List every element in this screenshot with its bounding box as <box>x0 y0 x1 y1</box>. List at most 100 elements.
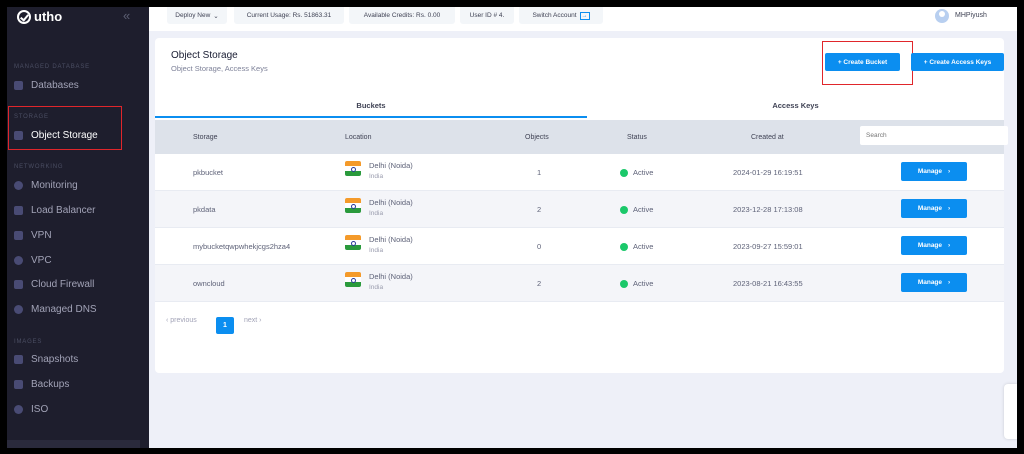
create-access-keys-button[interactable]: + Create Access Keys <box>911 53 1004 71</box>
manage-label: Manage <box>917 205 943 212</box>
collapse-sidebar-icon[interactable]: « <box>123 8 130 23</box>
globe-icon <box>14 181 23 190</box>
location-country: India <box>369 210 384 217</box>
arrow-right-icon: › <box>948 279 951 286</box>
table-row: mybucketqwpwhekjcgs2hza4 Delhi (Noida) In… <box>155 228 1004 265</box>
status-badge: Active <box>620 191 653 228</box>
object-storage-card: Object Storage Object Storage, Access Ke… <box>155 38 1008 373</box>
app-frame: utho « MANAGED DATABASE Databases STORAG… <box>7 7 1017 448</box>
sidebar-item-monitoring[interactable]: Monitoring <box>14 180 78 191</box>
india-flag-icon <box>345 272 361 287</box>
chevron-down-icon: ⌄ <box>213 12 219 20</box>
manage-label: Manage <box>917 242 943 249</box>
sidebar-section-managed-database: MANAGED DATABASE <box>14 64 90 70</box>
sidebar-item-label: Managed DNS <box>31 304 97 315</box>
manage-label: Manage <box>917 168 943 175</box>
sidebar-item-cloud-firewall[interactable]: Cloud Firewall <box>14 279 94 290</box>
globe-icon <box>14 305 23 314</box>
location-country: India <box>369 173 384 180</box>
sidebar-item-vpn[interactable]: VPN <box>14 230 52 241</box>
column-header-location: Location <box>345 133 372 141</box>
status-dot-icon <box>620 242 628 251</box>
arrow-right-icon: › <box>948 168 951 175</box>
sidebar-item-label: ISO <box>31 404 49 415</box>
status-text: Active <box>633 205 654 214</box>
created-at: 2024-01-29 16:19:51 <box>733 168 803 177</box>
sidebar-footer <box>7 440 140 448</box>
tab-buckets[interactable]: Buckets <box>155 92 587 118</box>
switch-account-button[interactable]: Switch Account → <box>519 7 603 24</box>
status-badge: Active <box>620 265 653 302</box>
table-row: pkbucket Delhi (Noida) India 1 Active 202… <box>155 154 1004 191</box>
user-menu[interactable]: MHPiyush <box>935 7 987 24</box>
top-bar: Deploy New ⌄ Current Usage: Rs. 51863.31… <box>149 7 1017 31</box>
pagination-page-1[interactable]: 1 <box>216 317 234 334</box>
user-id: User ID # 4. <box>460 7 514 24</box>
location: Delhi (Noida) India <box>345 235 413 254</box>
location: Delhi (Noida) India <box>345 272 413 291</box>
column-header-status: Status <box>627 133 647 141</box>
manage-button[interactable]: Manage › <box>901 273 967 292</box>
switch-account-label: Switch Account <box>532 12 577 19</box>
sidebar-item-label: Monitoring <box>31 180 78 191</box>
sidebar-item-label: VPC <box>31 255 52 266</box>
storage-name: mybucketqwpwhekjcgs2hza4 <box>193 242 291 251</box>
sidebar-item-label: Backups <box>31 379 70 390</box>
sidebar-item-label: Cloud Firewall <box>31 279 95 290</box>
pagination-previous[interactable]: ‹ previous <box>166 317 197 324</box>
sidebar-item-snapshots[interactable]: Snapshots <box>14 354 78 365</box>
check-circle-icon <box>17 9 31 24</box>
sidebar-item-label: Snapshots <box>31 354 79 365</box>
active-tab-indicator <box>155 116 587 118</box>
location-city: Delhi (Noida) <box>369 235 413 244</box>
column-header-created-at: Created at <box>751 133 784 141</box>
sign-in-icon: → <box>579 11 590 20</box>
deploy-new-label: Deploy New <box>175 12 211 19</box>
username: MHPiyush <box>955 12 987 19</box>
created-at: 2023-08-21 16:43:55 <box>733 279 803 288</box>
status-dot-icon <box>620 168 628 177</box>
current-usage: Current Usage: Rs. 51863.31 <box>234 7 344 24</box>
sidebar-item-managed-dns[interactable]: Managed DNS <box>14 304 97 315</box>
location-city: Delhi (Noida) <box>369 272 413 281</box>
sidebar-item-vpc[interactable]: VPC <box>14 255 52 266</box>
tab-access-keys[interactable]: Access Keys <box>587 92 1004 118</box>
manage-button[interactable]: Manage › <box>901 162 967 181</box>
database-icon <box>14 81 23 90</box>
india-flag-icon <box>345 198 361 213</box>
location: Delhi (Noida) India <box>345 161 413 180</box>
location-country: India <box>369 284 384 291</box>
status-text: Active <box>633 242 654 251</box>
snapshot-icon <box>14 355 23 364</box>
side-drawer-handle[interactable] <box>1004 384 1017 439</box>
manage-button[interactable]: Manage › <box>901 199 967 218</box>
search-input[interactable] <box>860 126 1008 145</box>
table-row: pkdata Delhi (Noida) India 2 Active 2023-… <box>155 191 1004 228</box>
object-count: 1 <box>537 168 542 177</box>
avatar <box>935 8 949 23</box>
manage-label: Manage <box>917 279 943 286</box>
location-country: India <box>369 247 384 254</box>
deploy-new-dropdown[interactable]: Deploy New ⌄ <box>167 7 227 24</box>
brand-logo[interactable]: utho <box>17 9 62 24</box>
table-row: owncloud Delhi (Noida) India 2 Active 202… <box>155 265 1004 302</box>
storage-name: pkdata <box>193 205 216 214</box>
sidebar-item-load-balancer[interactable]: Load Balancer <box>14 205 96 216</box>
location: Delhi (Noida) India <box>345 198 413 217</box>
status-badge: Active <box>620 154 653 191</box>
status-badge: Active <box>620 228 653 265</box>
network-icon <box>14 206 23 215</box>
sidebar-section-networking: NETWORKING <box>14 164 64 170</box>
table-header: Storage Location Objects Status Created … <box>155 120 1008 154</box>
sidebar-item-databases[interactable]: Databases <box>14 80 79 91</box>
highlight-box-object-storage <box>8 106 122 150</box>
sidebar-item-backups[interactable]: Backups <box>14 379 69 390</box>
column-header-storage: Storage <box>193 133 218 141</box>
pagination-next[interactable]: next › <box>244 317 262 324</box>
manage-button[interactable]: Manage › <box>901 236 967 255</box>
column-header-objects: Objects <box>525 133 549 141</box>
sidebar-section-images: IMAGES <box>14 339 43 345</box>
sidebar-item-iso[interactable]: ISO <box>14 404 48 415</box>
brand-name: utho <box>34 9 63 24</box>
india-flag-icon <box>345 235 361 250</box>
